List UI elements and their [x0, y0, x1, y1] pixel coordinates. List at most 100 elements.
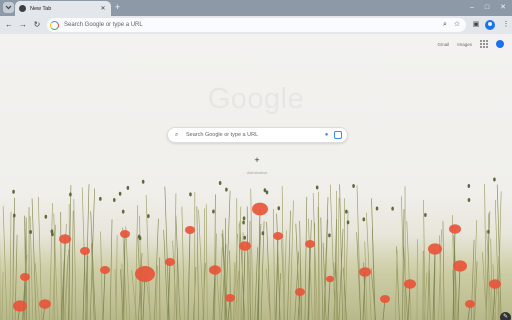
grass-stem: [64, 249, 70, 320]
grass-stem: [427, 251, 430, 320]
kebab-menu-icon[interactable]: ⋮: [501, 20, 511, 30]
google-apps-icon[interactable]: [480, 40, 488, 48]
grass-stem: [198, 209, 204, 320]
grass-stem: [246, 206, 249, 320]
grass-stem: [2, 206, 8, 320]
reload-icon[interactable]: ↻: [31, 19, 43, 31]
grass-stem: [343, 198, 346, 320]
omnibox[interactable]: Search Google or type a URL ⌕ ☆: [47, 18, 466, 32]
poppy-bud: [362, 217, 366, 222]
grass-stem: [371, 198, 376, 320]
gmail-link[interactable]: Gmail: [437, 42, 449, 47]
grass-stem: [401, 209, 405, 320]
poppy-bud: [424, 213, 427, 218]
poppy-bud: [118, 191, 122, 196]
poppy-bud: [44, 214, 48, 219]
grass-stem: [366, 212, 372, 320]
poppy-flower: [453, 260, 467, 272]
poppy-flower: [295, 288, 305, 296]
minimize-button[interactable]: –: [466, 2, 478, 13]
add-shortcut-tile[interactable]: + Add shortcut: [245, 155, 269, 175]
poppy-bud: [141, 179, 145, 184]
poppy-bud: [243, 235, 246, 240]
add-shortcut-label: Add shortcut: [247, 171, 267, 175]
account-avatar[interactable]: [496, 40, 504, 48]
images-link[interactable]: Images: [457, 42, 472, 47]
forward-arrow-icon[interactable]: →: [17, 19, 29, 31]
poppy-bud: [467, 197, 471, 202]
grass-stem: [260, 221, 265, 320]
grass-stem: [145, 195, 151, 320]
poppy-bud: [277, 206, 281, 211]
omnibox-placeholder: Search Google or type a URL: [64, 22, 143, 28]
poppy-flower: [100, 266, 110, 274]
grass-stem: [272, 209, 276, 320]
grass-stem: [304, 196, 308, 320]
poppy-bud: [51, 232, 54, 237]
poppy-flower: [13, 300, 27, 312]
grass-stem: [1, 272, 4, 320]
poppy-bud: [375, 206, 379, 211]
poppy-bud: [189, 192, 192, 197]
poppy-flower: [359, 267, 371, 277]
poppy-flower: [489, 279, 501, 289]
chrome-favicon-icon: [19, 5, 26, 12]
poppy-bud: [467, 184, 471, 189]
poppy-bud: [263, 188, 267, 193]
grass-stem: [205, 204, 208, 320]
poppy-bud: [112, 198, 116, 203]
poppy-bud: [212, 209, 215, 214]
tab-close-icon[interactable]: ✕: [99, 5, 107, 12]
poppy-bud: [29, 230, 32, 235]
google-logo: Google: [207, 83, 305, 115]
poppy-flower: [305, 240, 315, 248]
grass-stem: [283, 230, 287, 320]
poppy-flower: [239, 241, 251, 251]
close-window-button[interactable]: ✕: [497, 2, 509, 13]
poppy-flower: [165, 258, 175, 266]
grass-stem: [134, 205, 138, 320]
poppy-flower: [380, 295, 390, 303]
poppy-bud: [218, 181, 222, 186]
poppy-flower: [225, 294, 235, 302]
poppy-bud: [12, 213, 16, 218]
grass-stem: [196, 206, 200, 320]
pencil-icon[interactable]: ✎: [500, 312, 511, 320]
poppy-flower: [449, 224, 461, 234]
poppy-stem: [327, 278, 331, 320]
poppy-bud: [352, 183, 355, 188]
ntp-search-box[interactable]: ⌕ Search Google or type a URL ●: [167, 127, 348, 143]
zoom-icon[interactable]: ⌕: [440, 20, 450, 30]
poppy-bud: [328, 233, 331, 238]
poppy-bud: [345, 209, 348, 214]
grass-stem: [73, 199, 77, 320]
grass-stem: [109, 219, 113, 320]
poppy-flower: [20, 273, 30, 281]
poppy-bud: [69, 192, 72, 197]
poppy-flower: [185, 226, 195, 234]
microphone-icon[interactable]: ●: [323, 131, 330, 140]
maximize-button[interactable]: □: [481, 2, 493, 13]
poppy-flower: [39, 299, 51, 309]
google-lens-icon[interactable]: [334, 131, 342, 139]
grass-stem: [163, 229, 169, 320]
poppy-bud: [138, 236, 142, 241]
grass-stem: [320, 217, 324, 320]
grass-stem: [266, 221, 271, 320]
poppy-flower: [326, 275, 334, 283]
browser-window: New Tab ✕ + – □ ✕ ← → ↻ Search Google or…: [0, 0, 512, 320]
new-tab-button[interactable]: +: [112, 2, 123, 13]
poppy-stem: [187, 229, 191, 320]
bookmark-star-icon[interactable]: ☆: [452, 20, 462, 30]
profile-icon[interactable]: [485, 20, 495, 30]
grass-stem: [294, 251, 300, 320]
tab-new-tab[interactable]: New Tab ✕: [15, 1, 111, 16]
back-arrow-icon[interactable]: ←: [3, 19, 15, 31]
tab-search-button[interactable]: [3, 2, 14, 13]
chevron-down-icon: [5, 5, 12, 10]
grass-stem: [181, 206, 185, 320]
poppy-meadow-background: [0, 177, 502, 320]
poppy-bud: [242, 216, 246, 221]
side-panel-icon[interactable]: ▣: [471, 20, 481, 30]
grass-stem: [428, 269, 431, 320]
